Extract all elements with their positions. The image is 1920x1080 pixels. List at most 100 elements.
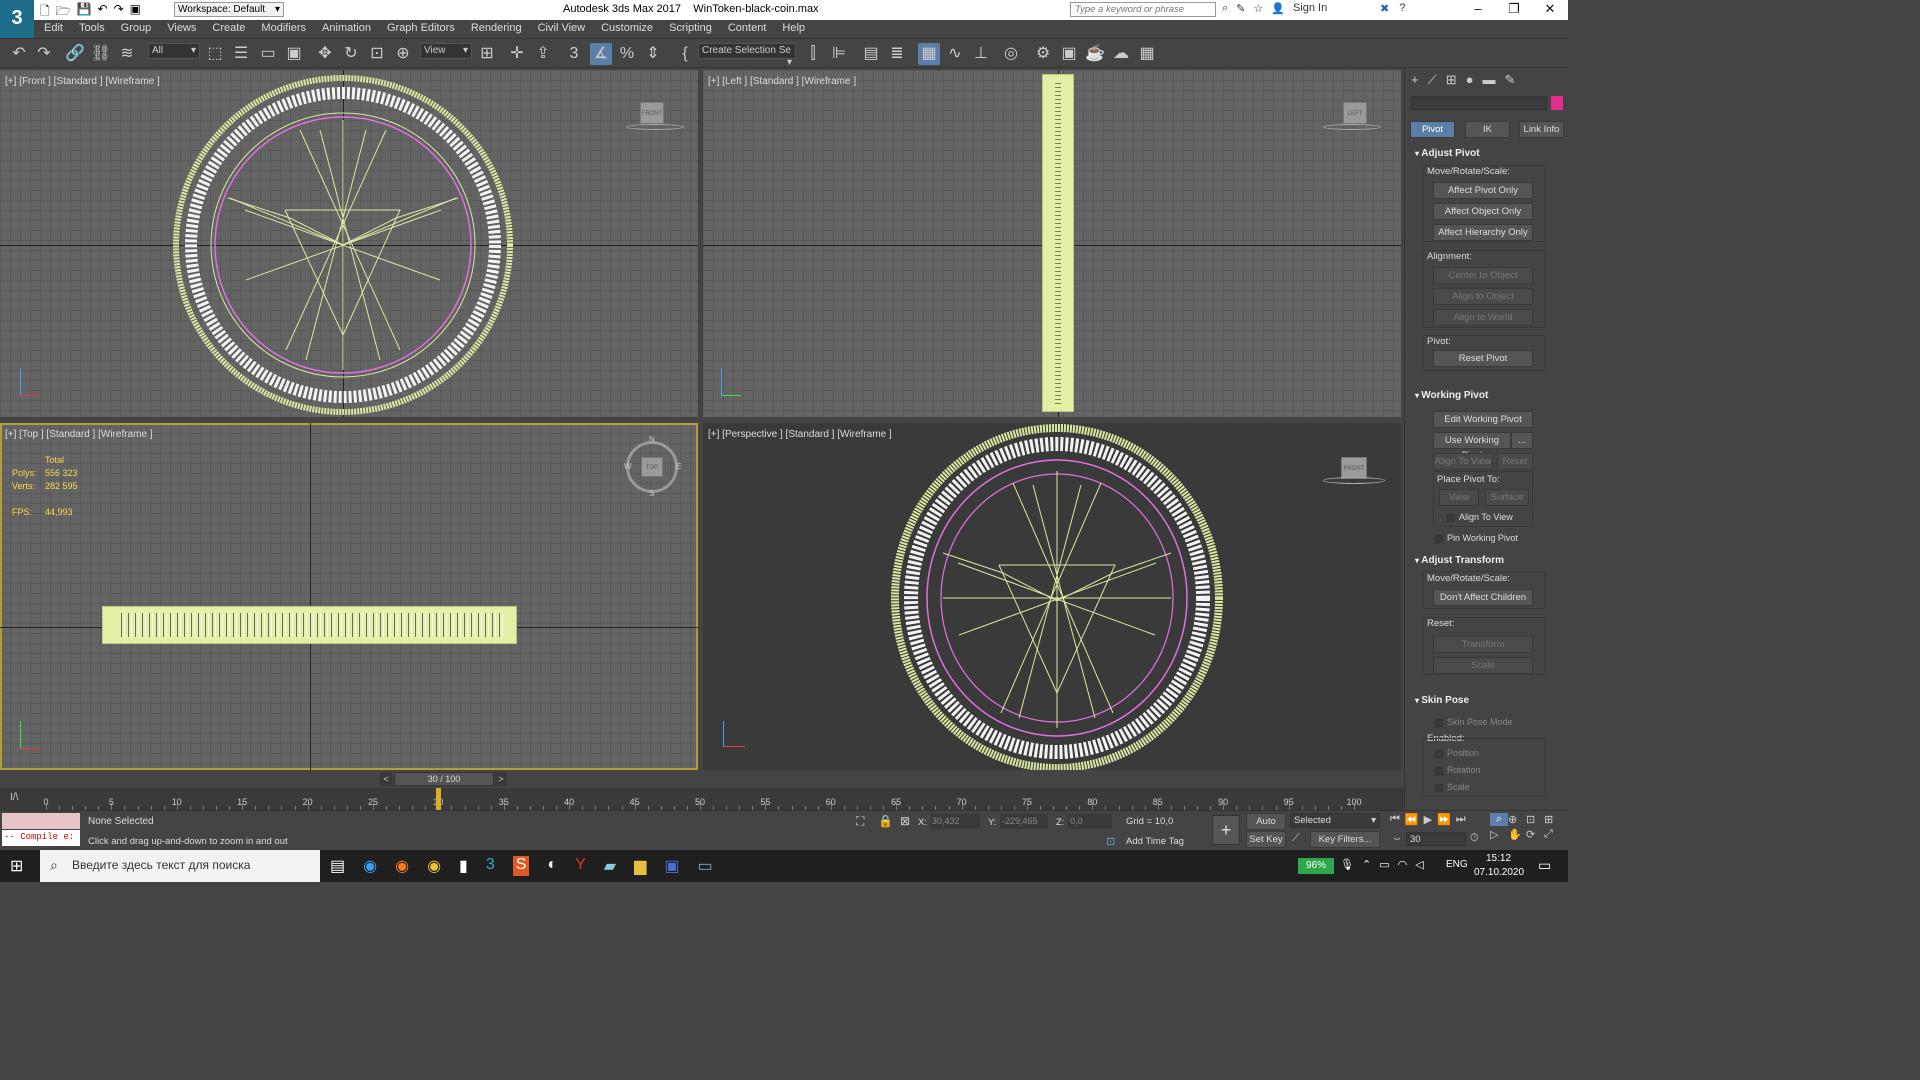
rollout-skin-pose[interactable]: Skin Pose [1415, 695, 1469, 706]
snaps-toggle-icon[interactable]: 3 [563, 43, 585, 65]
place-view-button[interactable]: View [1439, 489, 1479, 506]
place-surface-button[interactable]: Surface [1485, 489, 1529, 506]
move-icon[interactable]: ✥ [314, 43, 336, 65]
chrome-icon[interactable]: ◉ [427, 856, 441, 876]
edit-working-pivot-button[interactable]: Edit Working Pivot [1433, 411, 1533, 428]
hierarchy-tab-icon[interactable]: ⊞ [1446, 72, 1457, 88]
zoom-all-icon[interactable]: ⊕ [1508, 813, 1526, 826]
current-frame-marker[interactable] [436, 788, 442, 810]
viewport-top[interactable]: [+] [Top ] [Standard ] [Wireframe ] Tota… [0, 423, 698, 770]
named-selection-dropdown[interactable]: Create Selection Se ▾ [698, 43, 796, 68]
center-to-object-button[interactable]: Center to Object [1433, 267, 1533, 284]
microphone-app-icon[interactable]: ▮ [459, 856, 468, 876]
previous-frame-icon[interactable]: ⏪ [1405, 813, 1419, 826]
microphone-icon[interactable]: 🎙 [1340, 858, 1354, 871]
tab-link-info[interactable]: Link Info [1519, 121, 1564, 138]
curve-editor-mini-icon[interactable]: I/\ [10, 792, 18, 803]
pan-icon[interactable]: ✋ [1508, 828, 1526, 841]
select-manipulate-icon[interactable]: ✛ [506, 43, 528, 65]
affect-hierarchy-only-button[interactable]: Affect Hierarchy Only [1433, 224, 1533, 241]
curve-editor-icon[interactable]: ∿ [944, 43, 966, 65]
binoculars-icon[interactable]: ⌕ [1222, 2, 1228, 15]
volume-icon[interactable]: ◁ [1415, 858, 1423, 871]
place-icon[interactable]: ⊕ [392, 43, 414, 65]
selection-lock-icon[interactable]: 🔒 [878, 814, 893, 828]
menu-tools[interactable]: Tools [71, 20, 113, 38]
scale-checkbox[interactable]: Scale [1435, 782, 1470, 792]
align-to-view-checkbox[interactable]: Align To View [1447, 512, 1513, 522]
render-cloud-icon[interactable]: ☁ [1110, 43, 1132, 65]
layer-explorer-icon[interactable]: ≣ [886, 43, 908, 65]
pivot-center-icon[interactable]: ⊞ [476, 43, 498, 65]
key-mode-icon[interactable]: ⇔ [1392, 833, 1402, 844]
skin-pose-mode-checkbox[interactable]: Skin Pose Mode [1435, 717, 1513, 727]
viewport-perspective[interactable]: [+] [Perspective ] [Standard ] [Wirefram… [703, 423, 1401, 770]
set-key-button[interactable]: Set Key [1246, 831, 1286, 848]
x-coord-field[interactable]: 30,432 [930, 814, 980, 829]
window-crossing-icon[interactable]: ▣ [283, 43, 305, 65]
absolute-mode-icon[interactable]: ⊠ [900, 814, 910, 828]
go-to-end-icon[interactable]: ⏭ [1456, 813, 1466, 826]
battery-indicator[interactable]: 96% [1298, 858, 1334, 874]
menu-create[interactable]: Create [204, 20, 253, 38]
time-config-icon[interactable]: ⏱ [1470, 832, 1479, 845]
menu-customize[interactable]: Customize [593, 20, 661, 38]
search-input[interactable]: Type a keyword or phrase [1070, 2, 1216, 17]
spinner-snap-icon[interactable]: ⇕ [642, 43, 664, 65]
affect-object-only-button[interactable]: Affect Object Only [1433, 203, 1533, 220]
time-prev-button[interactable]: < [380, 772, 392, 786]
monitor-app-icon[interactable]: ▭ [698, 856, 713, 876]
unlink-icon[interactable]: ⛓ [90, 43, 112, 65]
reset-pivot-button[interactable]: Reset Pivot [1433, 350, 1533, 367]
utilities-tab-icon[interactable]: ✎ [1504, 72, 1515, 88]
viewcube-front[interactable]: FRONT [626, 100, 684, 134]
minimize-icon[interactable]: – [1460, 1, 1496, 17]
viewport-label-left[interactable]: [+] [Left ] [Standard ] [Wireframe ] [708, 76, 856, 87]
tab-pivot[interactable]: Pivot [1410, 121, 1455, 138]
modify-tab-icon[interactable]: ⟋ [1428, 72, 1437, 88]
app-logo[interactable]: 3 [0, 0, 34, 38]
ref-coord-dropdown[interactable]: View ▾ [420, 43, 472, 59]
tab-ik[interactable]: IK [1465, 121, 1510, 138]
tools-icon[interactable]: ✎ [1236, 2, 1245, 15]
a360-gallery-icon[interactable]: ▦ [1136, 43, 1158, 65]
object-name-field[interactable] [1411, 96, 1547, 110]
percent-snap-icon[interactable]: % [616, 43, 638, 65]
rectangular-selection-icon[interactable]: ▭ [257, 43, 279, 65]
viewport-label-front[interactable]: [+] [Front ] [Standard ] [Wireframe ] [5, 76, 160, 87]
rollout-adjust-transform[interactable]: Adjust Transform [1415, 555, 1504, 566]
toggle-ribbon-icon[interactable]: ▦ [918, 43, 940, 65]
notepad-icon[interactable]: ▰ [604, 856, 616, 876]
time-slider-thumb[interactable]: 30 / 100 [394, 772, 494, 786]
select-object-icon[interactable]: ⬚ [204, 43, 226, 65]
add-time-tag[interactable]: Add Time Tag [1126, 836, 1184, 847]
field-of-view-icon[interactable]: ▷ [1490, 828, 1508, 841]
use-working-pivot-button[interactable]: Use Working Pivot [1433, 432, 1511, 461]
mirror-icon[interactable]: ⫿ [802, 43, 824, 65]
time-next-button[interactable]: > [495, 772, 507, 786]
track-bar[interactable]: I/\ 051015202530354045505560657075808590… [0, 788, 1404, 810]
maxscript-listener-top[interactable] [2, 813, 80, 829]
object-color-swatch[interactable] [1551, 96, 1563, 110]
workspace-dropdown[interactable]: Workspace: Default ▾ [174, 2, 284, 17]
pin-working-pivot-checkbox[interactable]: Pin Working Pivot [1435, 533, 1518, 543]
align-to-object-button[interactable]: Align to Object [1433, 288, 1533, 305]
rotate-icon[interactable]: ↻ [340, 43, 362, 65]
scale-icon[interactable]: ⊡ [366, 43, 388, 65]
render-setup-icon[interactable]: ⚙ [1032, 43, 1054, 65]
position-checkbox[interactable]: Position [1435, 748, 1479, 758]
close-icon[interactable]: ✕ [1532, 1, 1568, 17]
menu-rendering[interactable]: Rendering [463, 20, 530, 38]
skype-icon[interactable]: S [512, 856, 530, 876]
align-to-view-button[interactable]: Align To View [1433, 453, 1493, 470]
app-icon[interactable]: ◐ [547, 856, 557, 876]
reset-working-pivot-button[interactable]: Reset [1497, 453, 1533, 470]
schematic-view-icon[interactable]: ⊥ [970, 43, 992, 65]
dont-affect-children-button[interactable]: Don't Affect Children [1433, 589, 1533, 606]
play-icon[interactable]: ▶ [1424, 813, 1432, 826]
sign-in-link[interactable]: Sign In [1293, 2, 1327, 15]
exchange-icon[interactable]: ✖ [1380, 2, 1389, 15]
user-icon[interactable]: 👤 [1271, 2, 1285, 15]
clock-time[interactable]: 15:12 [1486, 853, 1511, 864]
chevron-up-icon[interactable]: ⌃ [1362, 858, 1371, 871]
